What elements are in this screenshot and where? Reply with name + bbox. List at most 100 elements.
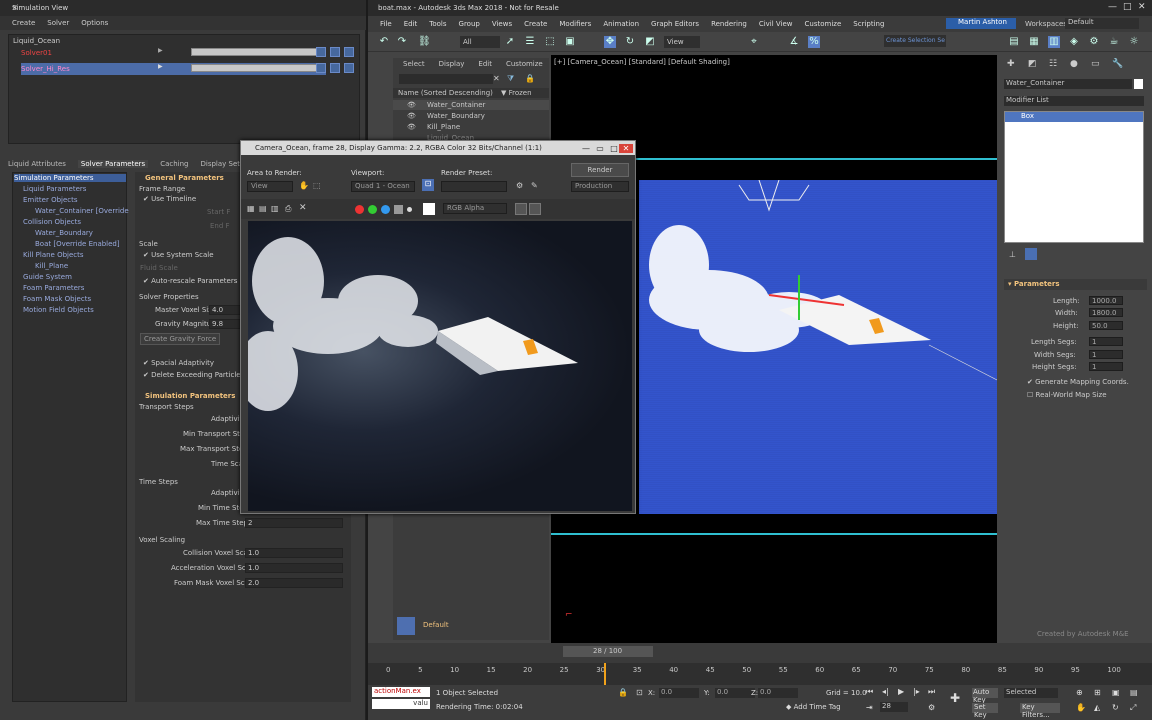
tree-item-kill-plane[interactable]: Kill_Plane [35,262,68,270]
track-bar[interactable]: 0 5 10 15 20 25 30 35 40 45 50 55 60 65 … [368,663,1152,685]
tab-display[interactable]: Display [439,60,465,68]
time-slider-handle[interactable]: 28 / 100 [563,646,653,657]
material-editor-icon[interactable]: ◈ [1068,36,1080,48]
utilities-tab-icon[interactable]: 🔧 [1112,59,1123,69]
close-icon[interactable]: ✕ [493,74,500,83]
run-icon[interactable] [316,63,326,73]
visibility-icon[interactable]: 👁 [407,101,416,109]
menu-solver[interactable]: Solver [47,19,69,27]
tab-solver-parameters[interactable]: Solver Parameters [77,160,149,168]
menu-options[interactable]: Options [81,19,108,27]
lock-icon[interactable]: 🔒 [525,74,535,83]
length-segs-input[interactable]: 1 [1089,337,1123,346]
run-icon[interactable] [316,47,326,57]
menu-create[interactable]: Create [524,20,547,28]
red-channel-icon[interactable] [355,205,364,214]
selection-set-dropdown[interactable]: Create Selection Se [884,35,946,47]
lock-selection-icon[interactable]: 🔒 [618,688,628,697]
frozen-column-header[interactable]: ▼ Frozen [501,89,532,97]
previous-frame-icon[interactable]: ◂| [882,687,889,696]
render-mode-dropdown[interactable]: Production [571,181,629,192]
max-time-input[interactable]: 2 [245,518,343,528]
generate-mapping-checkbox[interactable]: ✔ Generate Mapping Coords. [1027,378,1129,386]
undo-icon[interactable]: ↶ [378,36,390,48]
environment-icon[interactable]: ✎ [531,181,538,190]
selection-filter-dropdown[interactable]: All [460,36,500,48]
ribbon-icon[interactable]: ▦ [1028,36,1040,48]
move-icon[interactable]: ✥ [604,36,616,48]
maxscript-output[interactable]: valu [372,699,430,709]
alpha-channel-icon[interactable] [394,205,403,214]
auto-rescale-checkbox[interactable]: ✔ Auto-rescale Parameters [143,277,237,285]
background-swatch[interactable] [423,203,435,215]
next-frame-icon[interactable]: |▸ [913,687,920,696]
play-icon[interactable]: ▶ [158,47,163,54]
object-color-swatch[interactable] [1134,79,1143,89]
toggle-ui-icon[interactable] [515,203,527,215]
tree-item-liquid-parameters[interactable]: Liquid Parameters [23,185,86,193]
transform-mode-icon[interactable]: ⊡ [636,688,643,697]
menu-civil-view[interactable]: Civil View [759,20,793,28]
pan-icon[interactable]: ✋ [1076,703,1086,712]
play-icon[interactable]: ▶ [898,687,904,696]
scale-icon[interactable]: ◩ [644,36,656,48]
selected-dropdown[interactable]: Selected [1004,688,1058,698]
hierarchy-tab-icon[interactable]: ☷ [1049,59,1057,69]
zoom-all-icon[interactable]: ⊞ [1094,688,1101,697]
explorer-search-input[interactable] [399,74,493,84]
clear-icon[interactable]: ✕ [299,203,307,213]
menu-edit[interactable]: Edit [404,20,418,28]
user-account[interactable]: Martin Ashton [946,18,1016,29]
layer-icon[interactable] [397,617,415,635]
general-parameters-header[interactable]: General Parameters [145,174,224,182]
tree-root[interactable]: Liquid_Ocean [13,35,60,47]
stack-item-box[interactable]: Box [1005,112,1143,122]
minimize-icon[interactable]: — [581,144,591,153]
select-icon[interactable]: ➚ [504,36,516,48]
render-button[interactable]: Render [571,163,629,177]
time-config-icon[interactable]: ⚙ [928,703,935,712]
tree-item-foam-mask-objects[interactable]: Foam Mask Objects [23,295,91,303]
monochrome-icon[interactable] [407,207,412,212]
auto-region-icon[interactable]: ⬚ [313,181,321,190]
viewport-dropdown[interactable]: Quad 1 - Ocean [351,181,415,192]
key-mode-icon[interactable]: ⇥ [866,703,873,712]
viewport-label[interactable]: [+] [Camera_Ocean] [Standard] [Default S… [554,58,730,66]
link-icon[interactable]: ⛓ [418,36,431,48]
settings-icon[interactable] [344,47,354,57]
tree-item-water-container[interactable]: Water_Container [Override [35,207,129,215]
height-input[interactable]: 50.0 [1089,321,1123,330]
tab-edit[interactable]: Edit [478,60,492,68]
menu-views[interactable]: Views [492,20,512,28]
zoom-extents-icon[interactable]: ▣ [1112,688,1120,697]
close-icon[interactable]: ✕ [12,4,18,12]
render-preset-dropdown[interactable] [441,181,507,192]
tree-item-solver01[interactable]: Solver01 [21,47,52,59]
maximize-icon[interactable]: □ [609,144,619,153]
list-item[interactable]: 👁 Water_Boundary [393,111,549,121]
use-system-scale-checkbox[interactable]: ✔ Use System Scale [143,251,214,259]
display-channel-dropdown[interactable]: RGB Alpha [443,203,507,214]
tree-item-water-boundary[interactable]: Water_Boundary [35,229,93,237]
tree-item-foam-parameters[interactable]: Foam Parameters [23,284,84,292]
go-to-start-icon[interactable]: ⏮ [866,687,873,697]
save-image-icon[interactable]: ▦ [247,204,255,213]
real-world-checkbox[interactable]: ☐ Real-World Map Size [1027,391,1107,399]
height-segs-input[interactable]: 1 [1089,362,1123,371]
workspaces-dropdown[interactable]: Default [1065,18,1139,29]
tree-item-collision-objects[interactable]: Collision Objects [23,218,81,226]
close-icon[interactable]: ✕ [619,144,633,153]
object-name-input[interactable]: Water_Container [1004,79,1132,89]
pause-icon[interactable] [330,47,340,57]
display-tab-icon[interactable]: ▭ [1091,59,1100,69]
pause-icon[interactable] [330,63,340,73]
maxscript-listener[interactable]: actionMan.ex [372,687,430,697]
key-filters-button[interactable]: Key Filters... [1020,703,1060,719]
render-setup-icon[interactable]: ⚙ [1088,36,1100,48]
length-input[interactable]: 1000.0 [1089,296,1123,305]
tree-item-guide-system[interactable]: Guide System [23,273,72,281]
use-timeline-checkbox[interactable]: ✔ Use Timeline [143,195,196,203]
field-of-view-icon[interactable]: ◭ [1094,703,1100,712]
tree-item-simulation-parameters[interactable]: Simulation Parameters [14,174,126,182]
width-segs-input[interactable]: 1 [1089,350,1123,359]
